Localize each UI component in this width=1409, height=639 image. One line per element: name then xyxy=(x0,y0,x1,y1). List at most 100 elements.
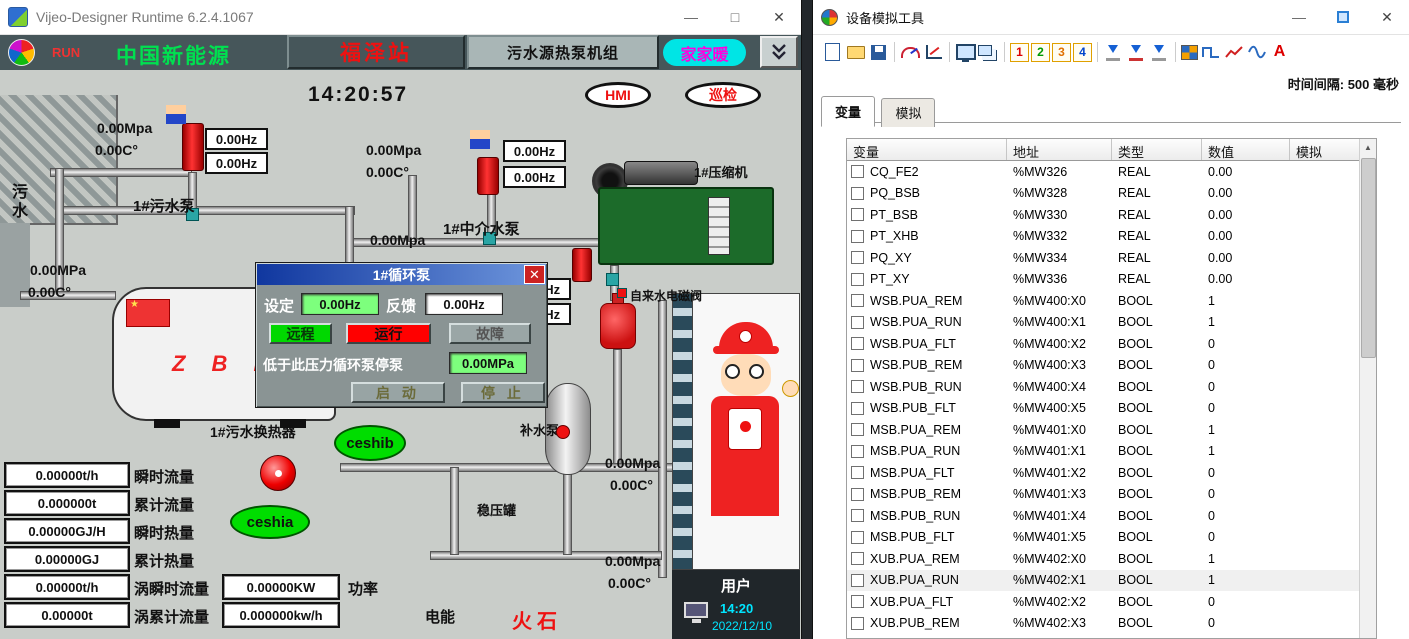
text-format-icon[interactable]: A xyxy=(1269,42,1290,63)
row-checkbox[interactable] xyxy=(851,187,864,200)
download-icon[interactable] xyxy=(1103,42,1124,63)
remote-button[interactable]: 远程 xyxy=(269,323,332,344)
row-checkbox[interactable] xyxy=(851,617,864,630)
table-row[interactable]: PQ_XY %MW334 REAL 0.00 xyxy=(847,247,1361,269)
hmi-button[interactable]: HMI xyxy=(585,82,651,108)
dialog-close-icon[interactable]: ✕ xyxy=(524,265,545,284)
grid-view-icon[interactable] xyxy=(1181,45,1198,60)
new-file-icon[interactable] xyxy=(822,42,843,63)
circulation-pump-graphic[interactable] xyxy=(572,248,592,282)
row-checkbox[interactable] xyxy=(851,574,864,587)
table-row[interactable]: MSB.PUA_FLT %MW401:X2 BOOL 0 xyxy=(847,462,1361,484)
dialog-title[interactable]: 1#循环泵 xyxy=(257,264,546,285)
page-4-button[interactable]: 4 xyxy=(1073,43,1092,62)
maximize-icon[interactable]: □ xyxy=(713,0,757,34)
station-button[interactable]: 福泽站 xyxy=(287,35,465,69)
page-3-button[interactable]: 3 xyxy=(1052,43,1071,62)
download-icon[interactable] xyxy=(1149,42,1170,63)
scrollbar-thumb[interactable] xyxy=(1361,158,1376,358)
column-header-type[interactable]: 类型 xyxy=(1112,139,1202,160)
table-row[interactable]: WSB.PUB_RUN %MW400:X4 BOOL 0 xyxy=(847,376,1361,398)
table-row[interactable]: XUB.PUB_RUN %MW402:X4 BOOL 0 xyxy=(847,634,1361,638)
row-checkbox[interactable] xyxy=(851,165,864,178)
expand-menu-button[interactable] xyxy=(760,36,798,68)
table-row[interactable]: PQ_BSB %MW328 REAL 0.00 xyxy=(847,183,1361,205)
close-icon[interactable]: ✕ xyxy=(1365,0,1409,34)
table-row[interactable]: WSB.PUA_FLT %MW400:X2 BOOL 0 xyxy=(847,333,1361,355)
table-row[interactable]: WSB.PUA_REM %MW400:X0 BOOL 1 xyxy=(847,290,1361,312)
gauge-icon[interactable] xyxy=(900,42,921,63)
table-row[interactable]: WSB.PUB_FLT %MW400:X5 BOOL 0 xyxy=(847,398,1361,420)
row-checkbox[interactable] xyxy=(851,423,864,436)
row-checkbox[interactable] xyxy=(851,230,864,243)
row-checkbox[interactable] xyxy=(851,445,864,458)
row-checkbox[interactable] xyxy=(851,488,864,501)
fault-button[interactable]: 故障 xyxy=(449,323,531,344)
compressor-graphic[interactable] xyxy=(592,155,777,273)
column-header-sim[interactable]: 模拟 xyxy=(1290,139,1361,160)
monitor-icon[interactable] xyxy=(955,42,976,63)
chart-icon[interactable] xyxy=(923,42,944,63)
trend-icon[interactable] xyxy=(1223,42,1244,63)
row-checkbox[interactable] xyxy=(851,337,864,350)
row-checkbox[interactable] xyxy=(851,552,864,565)
table-row[interactable]: PT_XY %MW336 REAL 0.00 xyxy=(847,269,1361,291)
dual-monitor-icon[interactable] xyxy=(978,42,999,63)
tab-simulation[interactable]: 模拟 xyxy=(881,98,935,127)
row-checkbox[interactable] xyxy=(851,531,864,544)
stop-button[interactable]: 停 止 xyxy=(461,382,545,403)
table-row[interactable]: XUB.PUB_REM %MW402:X3 BOOL 0 xyxy=(847,613,1361,635)
page-1-button[interactable]: 1 xyxy=(1010,43,1029,62)
start-button[interactable]: 启 动 xyxy=(351,382,445,403)
row-checkbox[interactable] xyxy=(851,466,864,479)
table-row[interactable]: PT_XHB %MW332 REAL 0.00 xyxy=(847,226,1361,248)
row-checkbox[interactable] xyxy=(851,208,864,221)
table-row[interactable]: XUB.PUA_REM %MW402:X0 BOOL 1 xyxy=(847,548,1361,570)
patrol-button[interactable]: 巡检 xyxy=(685,82,761,108)
column-header-address[interactable]: 地址 xyxy=(1007,139,1112,160)
table-row[interactable]: CQ_FE2 %MW326 REAL 0.00 xyxy=(847,161,1361,183)
row-checkbox[interactable] xyxy=(851,595,864,608)
page-2-button[interactable]: 2 xyxy=(1031,43,1050,62)
step-wave-icon[interactable] xyxy=(1200,42,1221,63)
table-row[interactable]: MSB.PUA_REM %MW401:X0 BOOL 1 xyxy=(847,419,1361,441)
row-checkbox[interactable] xyxy=(851,359,864,372)
close-icon[interactable]: ✕ xyxy=(757,0,801,34)
intermediate-pump-graphic[interactable] xyxy=(477,157,499,195)
brand-button[interactable]: 家家暖 xyxy=(663,39,746,66)
download-icon[interactable] xyxy=(1126,42,1147,63)
minimize-icon[interactable]: — xyxy=(669,0,713,34)
tap-water-valve-icon[interactable] xyxy=(617,288,627,298)
makeup-pump-graphic[interactable] xyxy=(556,425,570,439)
valve-icon[interactable] xyxy=(606,273,619,286)
table-row[interactable]: WSB.PUB_REM %MW400:X3 BOOL 0 xyxy=(847,355,1361,377)
minimize-icon[interactable]: — xyxy=(1277,0,1321,34)
table-row[interactable]: MSB.PUB_RUN %MW401:X4 BOOL 0 xyxy=(847,505,1361,527)
tab-variables[interactable]: 变量 xyxy=(821,96,875,127)
table-row[interactable]: WSB.PUA_RUN %MW400:X1 BOOL 1 xyxy=(847,312,1361,334)
column-header-value[interactable]: 数值 xyxy=(1202,139,1290,160)
low-pressure-field[interactable]: 0.00MPa xyxy=(449,352,527,374)
table-row[interactable]: MSB.PUB_FLT %MW401:X5 BOOL 0 xyxy=(847,527,1361,549)
row-checkbox[interactable] xyxy=(851,380,864,393)
table-row[interactable]: MSB.PUB_REM %MW401:X3 BOOL 0 xyxy=(847,484,1361,506)
table-row[interactable]: XUB.PUA_RUN %MW402:X1 BOOL 1 xyxy=(847,570,1361,592)
unit-button[interactable]: 污水源热泵机组 xyxy=(467,35,659,69)
run-button[interactable]: 运行 xyxy=(346,323,431,344)
column-header-variable[interactable]: 变量 xyxy=(847,139,1007,160)
setpoint-field[interactable]: 0.00Hz xyxy=(301,293,379,315)
table-row[interactable]: PT_BSB %MW330 REAL 0.00 xyxy=(847,204,1361,226)
ceshia-tag[interactable]: ceshia xyxy=(230,505,310,539)
row-checkbox[interactable] xyxy=(851,294,864,307)
maximize-icon[interactable] xyxy=(1321,0,1365,34)
sine-wave-icon[interactable] xyxy=(1246,42,1267,63)
row-checkbox[interactable] xyxy=(851,273,864,286)
row-checkbox[interactable] xyxy=(851,316,864,329)
table-row[interactable]: XUB.PUA_FLT %MW402:X2 BOOL 0 xyxy=(847,591,1361,613)
open-file-icon[interactable] xyxy=(845,42,866,63)
ceshib-tag[interactable]: ceshib xyxy=(334,425,406,461)
computer-icon[interactable] xyxy=(684,602,708,618)
row-checkbox[interactable] xyxy=(851,251,864,264)
table-row[interactable]: MSB.PUA_RUN %MW401:X1 BOOL 1 xyxy=(847,441,1361,463)
row-checkbox[interactable] xyxy=(851,509,864,522)
